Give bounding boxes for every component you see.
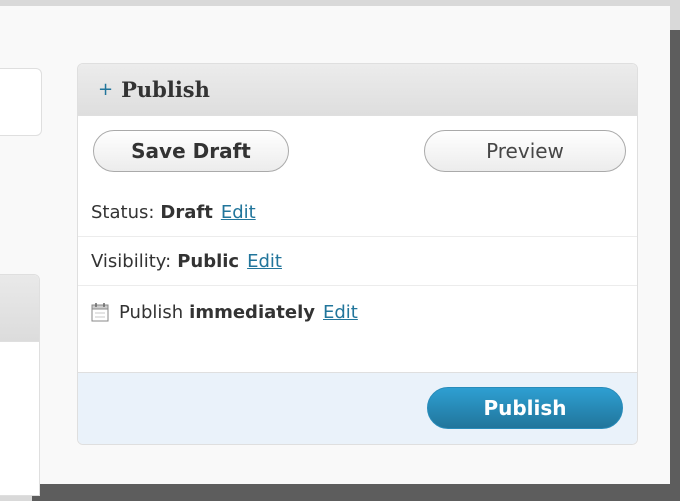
status-value: Draft bbox=[160, 201, 213, 223]
publish-box-title: Publish bbox=[121, 77, 210, 102]
status-edit-link[interactable]: Edit bbox=[221, 202, 256, 223]
visibility-label: Visibility: bbox=[91, 250, 172, 272]
left-panel-partial-top bbox=[0, 68, 42, 136]
expand-toggle-icon[interactable]: + bbox=[98, 80, 113, 99]
publish-box-header[interactable]: + Publish bbox=[78, 64, 637, 116]
visibility-row: Visibility: Public Edit bbox=[78, 237, 637, 286]
status-label: Status: bbox=[91, 201, 155, 223]
editor-screen: + Publish Save Draft Preview Status: Dra… bbox=[0, 6, 670, 496]
left-panel-header bbox=[0, 275, 39, 342]
publish-button[interactable]: Publish bbox=[427, 387, 623, 429]
save-draft-button[interactable]: Save Draft bbox=[93, 130, 289, 172]
calendar-icon bbox=[91, 303, 109, 322]
visibility-edit-link[interactable]: Edit bbox=[247, 251, 282, 272]
major-publishing-actions: Publish bbox=[78, 372, 637, 444]
schedule-row: Publish immediately Edit bbox=[78, 286, 637, 338]
publish-meta-box: + Publish Save Draft Preview Status: Dra… bbox=[77, 63, 638, 445]
left-panel-partial-bottom bbox=[0, 274, 40, 496]
status-row: Status: Draft Edit bbox=[78, 188, 637, 237]
minor-publishing-actions: Save Draft Preview bbox=[78, 116, 637, 188]
preview-button[interactable]: Preview bbox=[424, 130, 626, 172]
schedule-edit-link[interactable]: Edit bbox=[323, 302, 358, 323]
visibility-value: Public bbox=[177, 250, 240, 272]
schedule-value: immediately bbox=[189, 301, 315, 323]
schedule-label: Publish bbox=[119, 301, 184, 323]
